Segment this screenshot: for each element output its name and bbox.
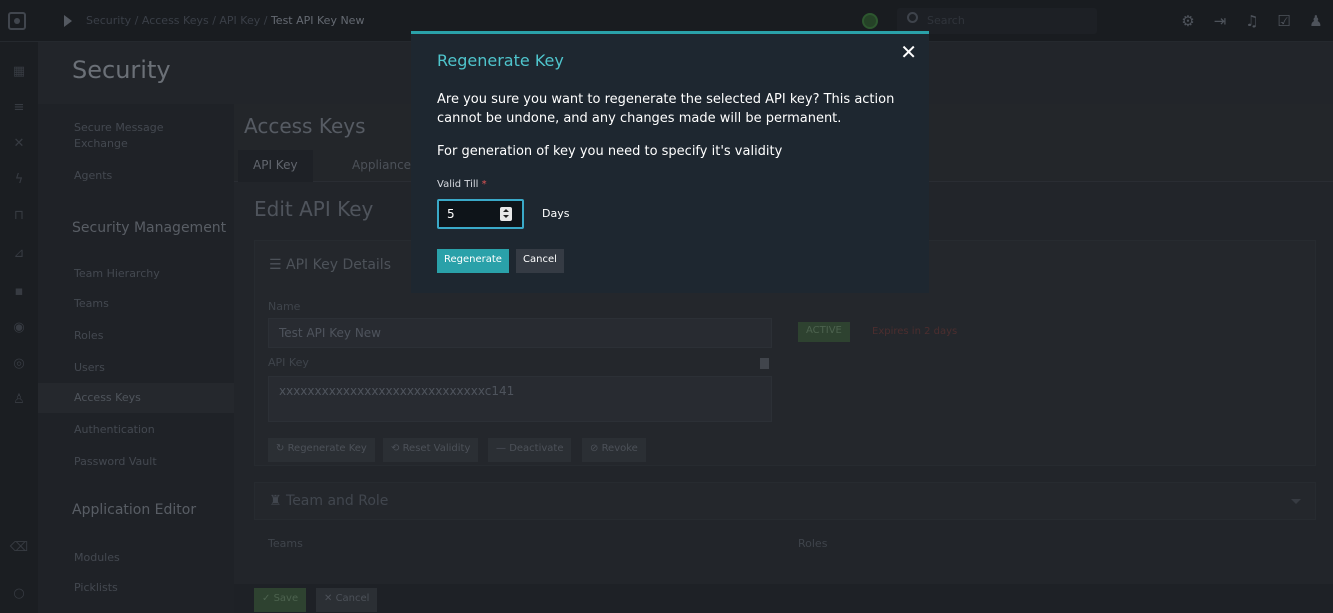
modal-validity-message: For generation of key you need to specif…: [437, 144, 783, 159]
close-icon[interactable]: ✕: [900, 40, 917, 64]
regenerate-key-modal: ✕ Regenerate Key Are you sure you want t…: [411, 31, 929, 293]
days-unit-label: Days: [542, 207, 570, 220]
stepper-icon[interactable]: [500, 207, 512, 221]
regenerate-button[interactable]: Regenerate: [437, 249, 509, 273]
valid-till-text: Valid Till: [437, 179, 479, 190]
modal-title: Regenerate Key: [437, 51, 564, 70]
cancel-button[interactable]: Cancel: [516, 249, 564, 273]
modal-message: Are you sure you want to regenerate the …: [437, 92, 895, 126]
required-asterisk: *: [478, 179, 487, 190]
valid-till-label: Valid Till *: [437, 179, 487, 190]
